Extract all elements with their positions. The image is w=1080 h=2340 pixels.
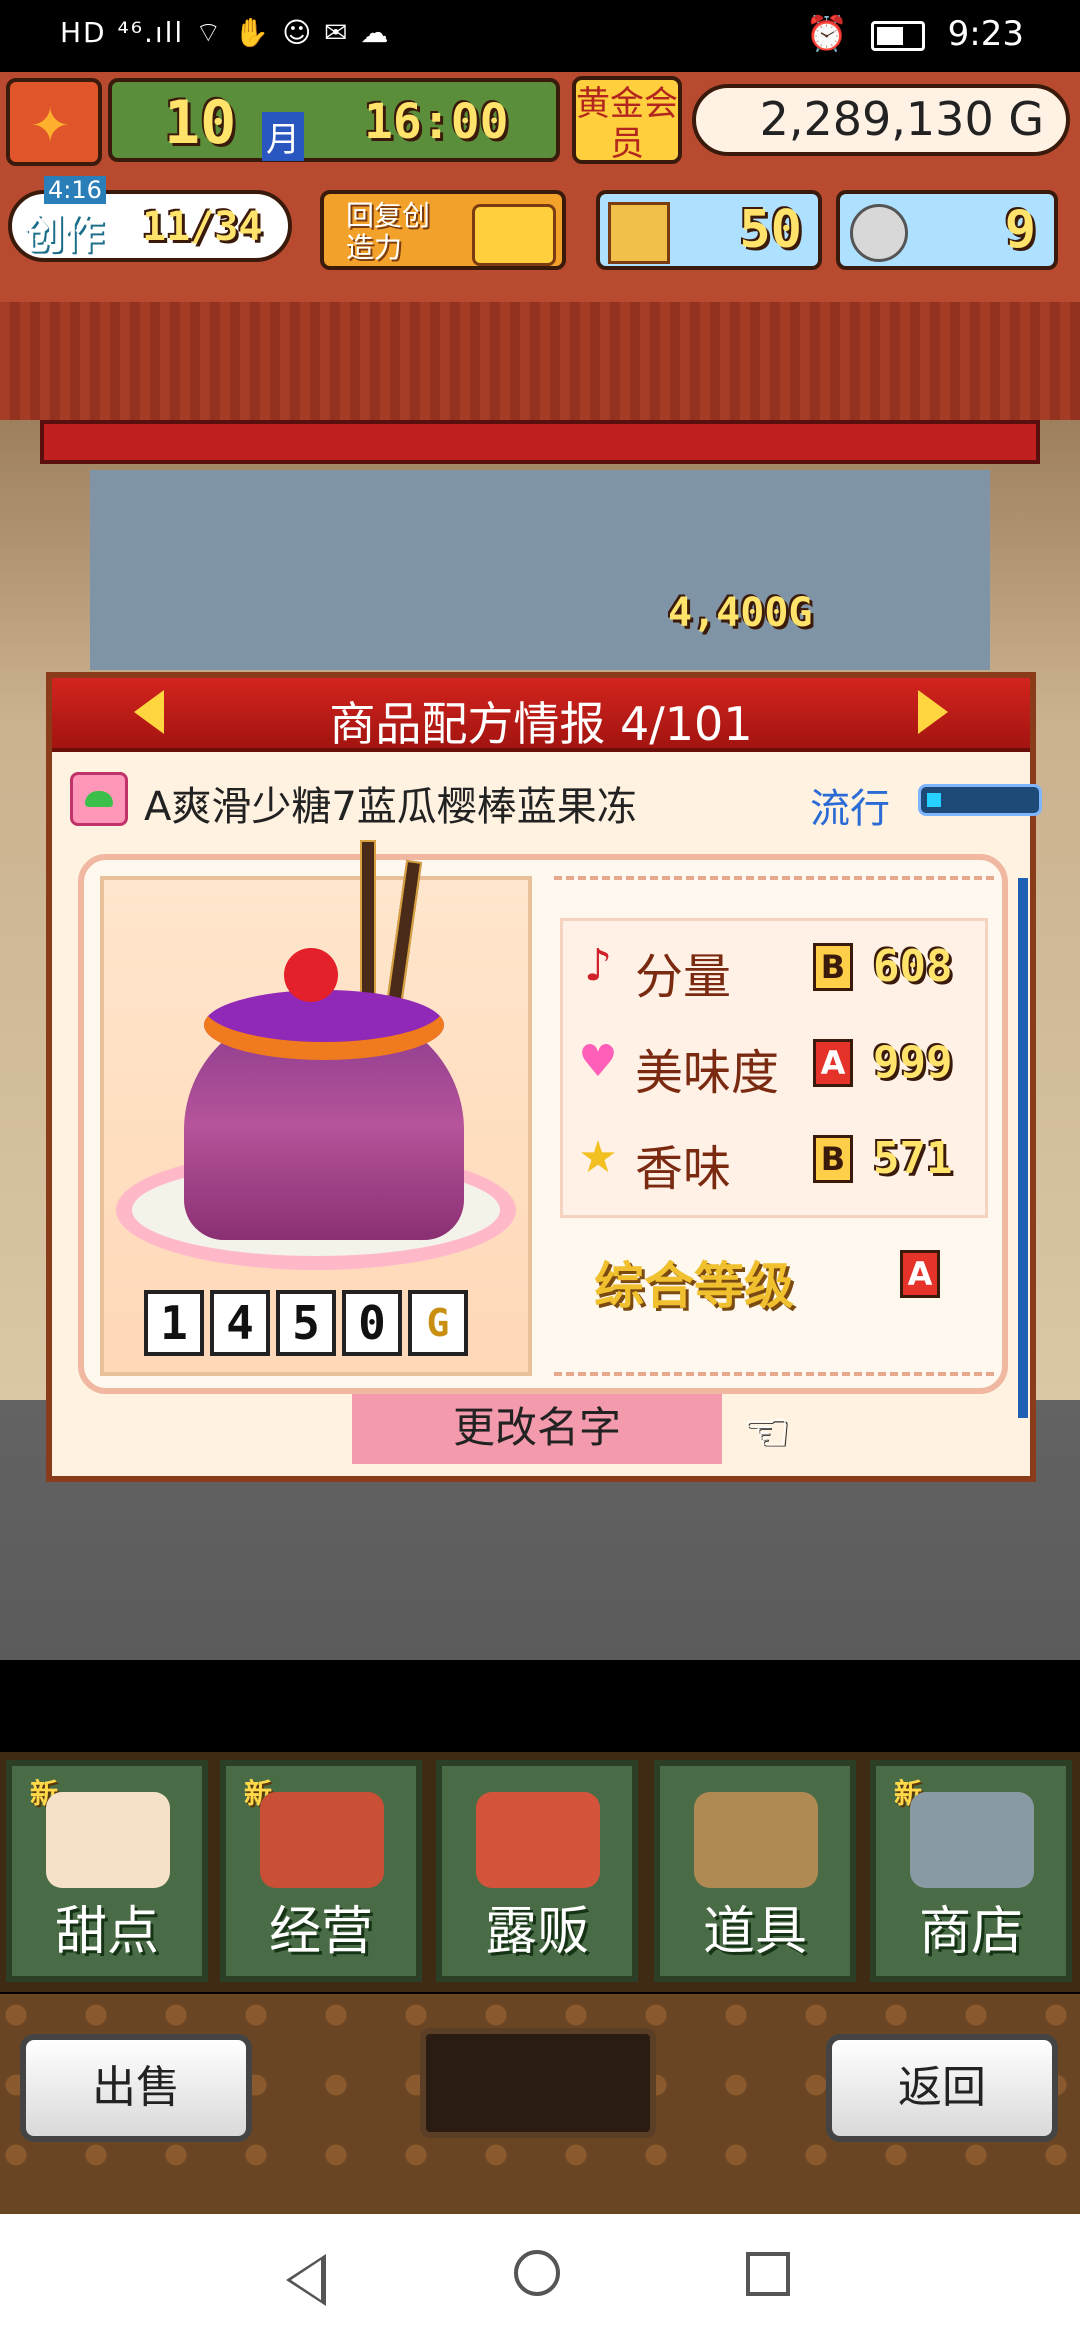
pointing-hand-icon: ☜ [742,1400,791,1463]
clock: 16:00 [364,94,509,150]
recipe-row: A爽滑少糖7蓝瓜樱棒蓝果冻 流行 [70,768,1042,834]
create-progress: 11/34 [142,204,263,250]
create-panel[interactable]: 创作 4:16 11/34 [8,176,292,262]
menu-manage-button[interactable]: 新 经营 [220,1760,422,1982]
kitchen-area [90,470,990,670]
sell-button[interactable]: 出售 [20,2034,252,2142]
stat-label: 香味 [635,1141,732,1197]
stats-box: ♪ 分量 B 608 ♥ 美味度 A 999 ★ 香味 B 571 综合等级 A [554,876,994,1376]
star-icon: ★ [578,1132,618,1183]
coin-icon [850,204,908,262]
dialog-title: 商品配方情报 4/101 [329,697,753,751]
stat-value: 608 [873,941,953,992]
gold-currency-icon: G [408,1290,468,1356]
coin-panel: 9 [836,190,1058,270]
money-display: 2,289,130 G [692,84,1070,156]
food-truck-icon [476,1792,600,1888]
price-digit: 1 [144,1290,204,1356]
jelly-category-icon [70,772,128,826]
center-slot [420,2028,656,2138]
restore-label: 回复创造力 [346,199,431,264]
menu-items-button[interactable]: 道具 [654,1760,856,1982]
nav-home-icon[interactable] [514,2250,560,2296]
create-timer: 4:16 [44,176,106,204]
alarm-icon: ⏰ [805,14,849,54]
status-right: ⏰ 9:23 [806,14,1024,54]
stat-row-taste: ♥ 美味度 A 999 [573,1021,983,1111]
menu-store-button[interactable]: 新 商店 [870,1760,1072,1982]
stat-value: 999 [873,1037,953,1088]
shop-awning [40,420,1040,464]
menu-dessert-button[interactable]: 新 甜点 [6,1760,208,1982]
status-bar: HD ⁴⁶.ıll ⌔ ✋ ☺ ✉ ☁ ⏰ 9:23 [0,0,1080,72]
price-digit: 0 [342,1290,402,1356]
trend-meter [918,784,1042,816]
heart-icon: ♥ [578,1036,618,1087]
dessert-image: 1 4 5 0 G [100,840,532,1376]
ticket-icon [608,202,670,264]
note-icon: ♪ [583,940,613,991]
date-time-panel: 10 月 16:00 [108,78,560,162]
jelly-topping [204,990,444,1060]
menu-label: 甜点 [54,1902,159,1962]
overall-rank-grade: A [900,1250,940,1298]
price-digit: 5 [276,1290,336,1356]
rename-button[interactable]: 更改名字 [352,1394,722,1464]
trend-label: 流行 [810,786,890,832]
price-counter: 1 4 5 0 G [144,1290,468,1356]
bottom-action-bar: 出售 返回 [0,1994,1080,2214]
nav-back-icon[interactable] [286,2254,326,2306]
overall-rank-label: 综合等级 [594,1257,794,1315]
price-digit: 4 [210,1290,270,1356]
stat-grade: B [813,943,853,991]
tv-icon [472,204,556,266]
month-value: 10 [164,88,237,158]
gear-bag-icon [694,1792,818,1888]
nav-recents-icon[interactable] [746,2252,790,2296]
menu-label: 道具 [702,1902,807,1962]
gold-member-badge[interactable]: 黄金会员 [572,76,682,164]
stat-row-aroma: ★ 香味 B 571 [573,1117,983,1207]
top-hud: ✦ 10 月 16:00 黄金会员 2,289,130 G 创作 4:16 11… [0,72,1080,302]
cherry [284,948,338,1002]
status-indicators: HD ⁴⁶.ıll ⌔ ✋ ☺ ✉ ☁ [60,16,391,49]
main-menu: 新 甜点 新 经营 露贩 道具 新 商店 [0,1752,1080,1992]
recipe-info-dialog: 商品配方情报 4/101 A爽滑少糖7蓝瓜樱棒蓝果冻 流行 1 4 5 0 G [46,672,1042,1482]
system-nav-bar [0,2214,1080,2340]
stat-row-quantity: ♪ 分量 B 608 [573,925,983,1015]
coin-count: 9 [1004,200,1036,260]
dialog-header: 商品配方情报 4/101 [52,678,1030,752]
cart-icon [910,1792,1034,1888]
ticket-panel: 50 [596,190,822,270]
menu-label: 商店 [918,1902,1023,1962]
cake-icon [46,1792,170,1888]
stat-label: 美味度 [635,1045,780,1101]
create-label: 创作 [24,212,104,258]
stats-list: ♪ 分量 B 608 ♥ 美味度 A 999 ★ 香味 B 571 [560,918,988,1218]
stat-grade: B [813,1135,853,1183]
status-time: 9:23 [947,14,1024,54]
back-button[interactable]: 返回 [826,2034,1058,2142]
month-unit: 月 [262,112,304,161]
stat-value: 571 [873,1133,953,1184]
recipe-name: A爽滑少糖7蓝瓜樱棒蓝果冻 [144,784,637,830]
stat-grade: A [813,1039,853,1087]
earning-popup: 4,400G [668,590,813,636]
stat-label: 分量 [635,949,732,1005]
season-leaf-icon: ✦ [6,78,102,166]
battery-icon [870,20,925,51]
scrollbar[interactable] [1018,878,1028,1418]
next-arrow-icon[interactable] [918,690,948,734]
restore-creativity-button[interactable]: 回复创造力 [320,190,566,270]
menu-street-stall-button[interactable]: 露贩 [436,1760,638,1982]
ticket-count: 50 [739,200,802,260]
menu-label: 经营 [268,1902,373,1962]
shop-icon [260,1792,384,1888]
recipe-content-panel: 1 4 5 0 G ♪ 分量 B 608 ♥ 美味度 A 999 ★ 香味 B … [78,840,1008,1394]
menu-label: 露贩 [484,1902,589,1962]
